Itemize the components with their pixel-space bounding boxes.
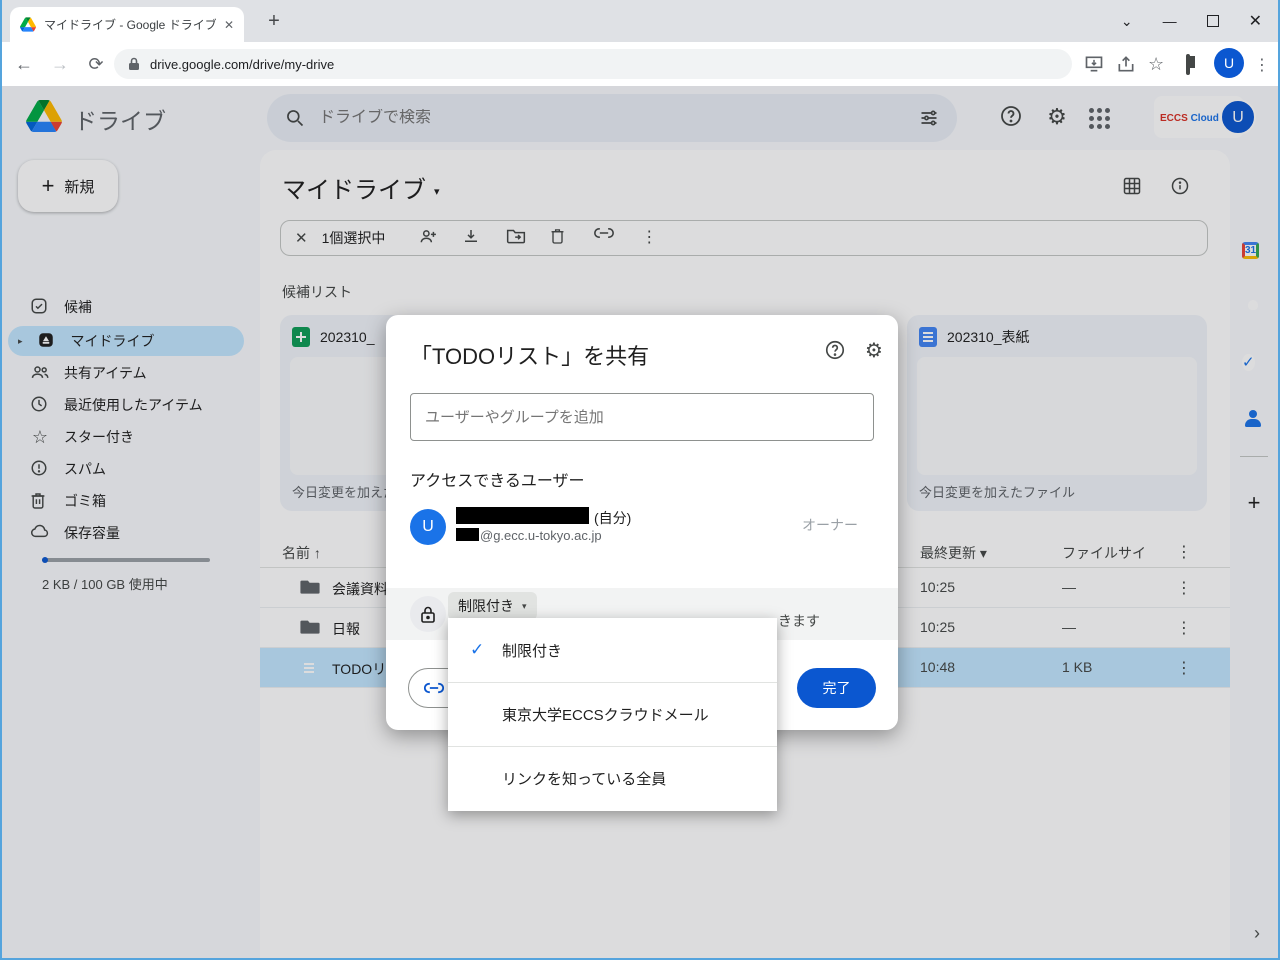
owner-role-label: オーナー <box>802 517 858 533</box>
owner-row[interactable]: U (自分) @g.ecc.u-tokyo.ac.jp オーナー <box>410 507 874 553</box>
redacted-email-local-part <box>456 528 479 541</box>
people-with-access-label: アクセスできるユーザー <box>410 473 585 490</box>
owner-email-domain: @g.ecc.u-tokyo.ac.jp <box>480 528 602 543</box>
maximize-button[interactable] <box>1206 15 1219 27</box>
redacted-owner-name <box>456 507 589 524</box>
access-note-text: きます <box>778 613 820 629</box>
menu-item-anyone-with-link[interactable]: リンクを知っている全員 <box>448 746 777 810</box>
add-people-input[interactable] <box>410 393 874 441</box>
back-button[interactable]: ← <box>10 54 38 75</box>
tab-search-icon[interactable]: ⌄ <box>1121 13 1133 30</box>
dialog-help-icon[interactable] <box>824 339 848 363</box>
forward-button: → <box>51 53 69 74</box>
menu-item-label: 東京大学ECCSクラウドメール <box>502 707 709 724</box>
check-icon: ✓ <box>470 640 485 659</box>
share-dialog-title: 「TODOリスト」を共有 <box>410 344 650 369</box>
menu-item-label: リンクを知っている全員 <box>502 771 667 788</box>
tab-title: マイドライブ - Google ドライブ <box>44 18 216 32</box>
url-bar[interactable]: drive.google.com/drive/my-drive <box>114 49 1072 79</box>
browser-toolbar: ← → ⟳ drive.google.com/drive/my-drive ☆ … <box>2 42 1278 86</box>
tab-close-icon[interactable]: ✕ <box>224 18 234 32</box>
side-panel-icon[interactable] <box>1186 54 1206 76</box>
link-icon <box>424 682 444 694</box>
share-icon[interactable] <box>1116 54 1136 74</box>
owner-avatar: U <box>410 509 446 545</box>
access-level-value: 制限付き <box>458 598 514 614</box>
url-text: drive.google.com/drive/my-drive <box>150 56 335 72</box>
browser-profile-avatar[interactable]: U <box>1214 48 1244 78</box>
tab-strip: マイドライブ - Google ドライブ ✕ + ⌄ — ✕ <box>2 0 1278 42</box>
install-icon[interactable] <box>1084 54 1104 74</box>
dialog-settings-gear-icon[interactable]: ⚙ <box>862 339 886 363</box>
access-level-menu: ✓ 制限付き 東京大学ECCSクラウドメール リンクを知っている全員 <box>448 618 777 811</box>
menu-item-organization[interactable]: 東京大学ECCSクラウドメール <box>448 682 777 746</box>
new-tab-button[interactable]: + <box>260 8 288 36</box>
owner-self-suffix: (自分) <box>594 510 632 526</box>
done-button[interactable]: 完了 <box>797 668 876 708</box>
hide-panel-chevron-icon[interactable]: › <box>1254 923 1260 944</box>
browser-menu-icon[interactable]: ⋮ <box>1254 55 1274 75</box>
drive-favicon <box>20 17 36 32</box>
minimize-button[interactable]: — <box>1163 13 1177 29</box>
chevron-down-icon: ▾ <box>522 600 527 611</box>
close-window-button[interactable]: ✕ <box>1249 11 1262 31</box>
menu-item-restricted[interactable]: ✓ 制限付き <box>448 618 777 682</box>
reload-button[interactable]: ⟳ <box>82 54 110 75</box>
menu-item-label: 制限付き <box>502 642 563 660</box>
lock-icon <box>410 596 446 632</box>
drive-app: ドライブ ⚙ ECCS Cloud Mail <box>2 86 1278 958</box>
browser-tab[interactable]: マイドライブ - Google ドライブ ✕ <box>10 7 244 42</box>
access-level-dropdown[interactable]: 制限付き ▾ <box>448 592 537 620</box>
site-lock-icon <box>128 57 140 71</box>
browser-window: マイドライブ - Google ドライブ ✕ + ⌄ — ✕ ← → ⟳ dri… <box>0 0 1280 960</box>
bookmark-star-icon[interactable]: ☆ <box>1148 54 1168 74</box>
